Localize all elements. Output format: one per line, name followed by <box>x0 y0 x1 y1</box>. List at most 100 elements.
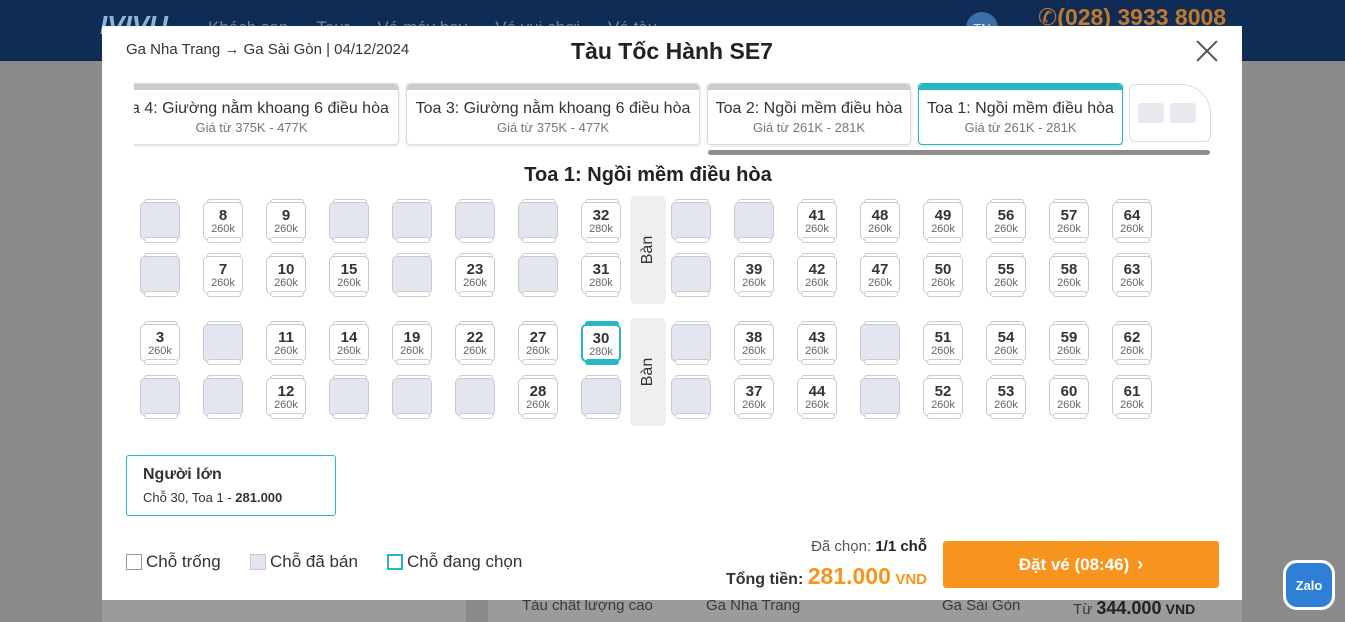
seat-30[interactable]: 30 280k <box>581 321 621 365</box>
seat-price: 260k <box>805 223 829 235</box>
seat-60[interactable]: 60 260k <box>1049 375 1089 419</box>
seat-42[interactable]: 42 260k <box>797 253 837 297</box>
seat-body: 3 260k <box>140 324 180 362</box>
seat-23[interactable]: 23 260k <box>455 253 495 297</box>
seat-price: 260k <box>1120 399 1144 411</box>
coach-scrollbar[interactable] <box>708 150 1210 155</box>
seat-11[interactable]: 11 260k <box>266 321 306 365</box>
seat-body: 44 260k <box>797 378 837 416</box>
seat-price: 260k <box>742 345 766 357</box>
coach-tabs[interactable]: Toa 4: Giường nằm khoang 6 điều hòa Giá … <box>134 82 1212 156</box>
seat-52[interactable]: 52 260k <box>923 375 963 419</box>
seat-54[interactable]: 54 260k <box>986 321 1026 365</box>
seat-47[interactable]: 47 260k <box>860 253 900 297</box>
book-button[interactable]: Đặt vé (08:46) › <box>943 541 1219 588</box>
seat-number: 55 <box>997 261 1015 278</box>
seat-body: 48 260k <box>860 202 900 240</box>
seat-41[interactable]: 41 260k <box>797 199 837 243</box>
seat-price: 260k <box>274 345 298 357</box>
seat-38[interactable]: 38 260k <box>734 321 774 365</box>
seat-body: 14 260k <box>329 324 369 362</box>
seat-body: 63 260k <box>1112 256 1152 294</box>
seat-price: 260k <box>1120 277 1144 289</box>
seat-body: 22 260k <box>455 324 495 362</box>
legend-empty-swatch <box>126 554 142 570</box>
seat-body <box>329 378 369 416</box>
seat-58[interactable]: 58 260k <box>1049 253 1089 297</box>
seat-64[interactable]: 64 260k <box>1112 199 1152 243</box>
seat-22[interactable]: 22 260k <box>455 321 495 365</box>
seat-32[interactable]: 32 280k <box>581 199 621 243</box>
seat-57[interactable]: 57 260k <box>1049 199 1089 243</box>
passenger-seat: Chỗ 30, Toa 1 - <box>143 490 236 505</box>
table-label: Bàn <box>639 357 656 387</box>
seat-body: 42 260k <box>797 256 837 294</box>
seat-price: 260k <box>1057 223 1081 235</box>
seat-27[interactable]: 27 260k <box>518 321 558 365</box>
seat-48[interactable]: 48 260k <box>860 199 900 243</box>
seat-28[interactable]: 28 260k <box>518 375 558 419</box>
seat-body: 41 260k <box>797 202 837 240</box>
seat-37[interactable]: 37 260k <box>734 375 774 419</box>
seat-number: 41 <box>808 207 826 224</box>
seat-10[interactable]: 10 260k <box>266 253 306 297</box>
seat-53[interactable]: 53 260k <box>986 375 1026 419</box>
seat-62[interactable]: 62 260k <box>1112 321 1152 365</box>
seat-12[interactable]: 12 260k <box>266 375 306 419</box>
seat-15[interactable]: 15 260k <box>329 253 369 297</box>
seat-39[interactable]: 39 260k <box>734 253 774 297</box>
seat-sold <box>140 253 180 297</box>
seat-14[interactable]: 14 260k <box>329 321 369 365</box>
seat-body: 64 260k <box>1112 202 1152 240</box>
seat-55[interactable]: 55 260k <box>986 253 1026 297</box>
seat-19[interactable]: 19 260k <box>392 321 432 365</box>
tab-coach-1[interactable]: Toa 1: Ngồi mềm điều hòa Giá từ 261K - 2… <box>918 83 1123 145</box>
seat-sold <box>671 375 711 419</box>
seat-price: 260k <box>1057 277 1081 289</box>
locomotive-icon <box>1129 84 1211 142</box>
seat-61[interactable]: 61 260k <box>1112 375 1152 419</box>
tab-coach-2[interactable]: Toa 2: Ngồi mềm điều hòa Giá từ 261K - 2… <box>707 83 911 145</box>
seat-44[interactable]: 44 260k <box>797 375 837 419</box>
seat-50[interactable]: 50 260k <box>923 253 963 297</box>
seat-9[interactable]: 9 260k <box>266 199 306 243</box>
seat-number: 12 <box>277 383 295 400</box>
coach-name: Toa 4: Giường nằm khoang 6 điều hòa <box>134 100 389 117</box>
seat-body <box>671 256 711 294</box>
seat-body: 57 260k <box>1049 202 1089 240</box>
seat-43[interactable]: 43 260k <box>797 321 837 365</box>
seat-sold <box>518 199 558 243</box>
seat-body <box>203 324 243 362</box>
seat-31[interactable]: 31 280k <box>581 253 621 297</box>
seat-body: 50 260k <box>923 256 963 294</box>
seat-59[interactable]: 59 260k <box>1049 321 1089 365</box>
seat-body: 31 280k <box>581 256 621 294</box>
seat-body <box>203 378 243 416</box>
coach-price: Giá từ 375K - 477K <box>195 120 308 135</box>
seat-number: 15 <box>340 261 358 278</box>
seat-49[interactable]: 49 260k <box>923 199 963 243</box>
seat-body: 56 260k <box>986 202 1026 240</box>
zalo-chat-button[interactable]: Zalo <box>1283 560 1335 610</box>
seat-price: 260k <box>337 345 361 357</box>
seat-body <box>329 202 369 240</box>
seat-3[interactable]: 3 260k <box>140 321 180 365</box>
tab-coach-3[interactable]: Toa 3: Giường nằm khoang 6 điều hòa Giá … <box>406 83 700 145</box>
passenger-price: 281.000 <box>235 490 283 505</box>
seat-sold <box>518 253 558 297</box>
seat-63[interactable]: 63 260k <box>1112 253 1152 297</box>
seat-51[interactable]: 51 260k <box>923 321 963 365</box>
seat-7[interactable]: 7 260k <box>203 253 243 297</box>
seat-price: 260k <box>1057 345 1081 357</box>
tab-coach-4[interactable]: Toa 4: Giường nằm khoang 6 điều hòa Giá … <box>134 83 399 145</box>
close-icon[interactable] <box>1192 36 1222 66</box>
seat-body <box>140 256 180 294</box>
seat-56[interactable]: 56 260k <box>986 199 1026 243</box>
coach-name: Toa 2: Ngồi mềm điều hòa <box>715 100 903 117</box>
seat-body <box>671 324 711 362</box>
seat-8[interactable]: 8 260k <box>203 199 243 243</box>
price-currency: VND <box>1165 601 1196 617</box>
passenger-card: Người lớn Chỗ 30, Toa 1 - 281.000 <box>126 455 336 516</box>
seat-number: 38 <box>745 329 763 346</box>
seat-price: 260k <box>274 399 298 411</box>
